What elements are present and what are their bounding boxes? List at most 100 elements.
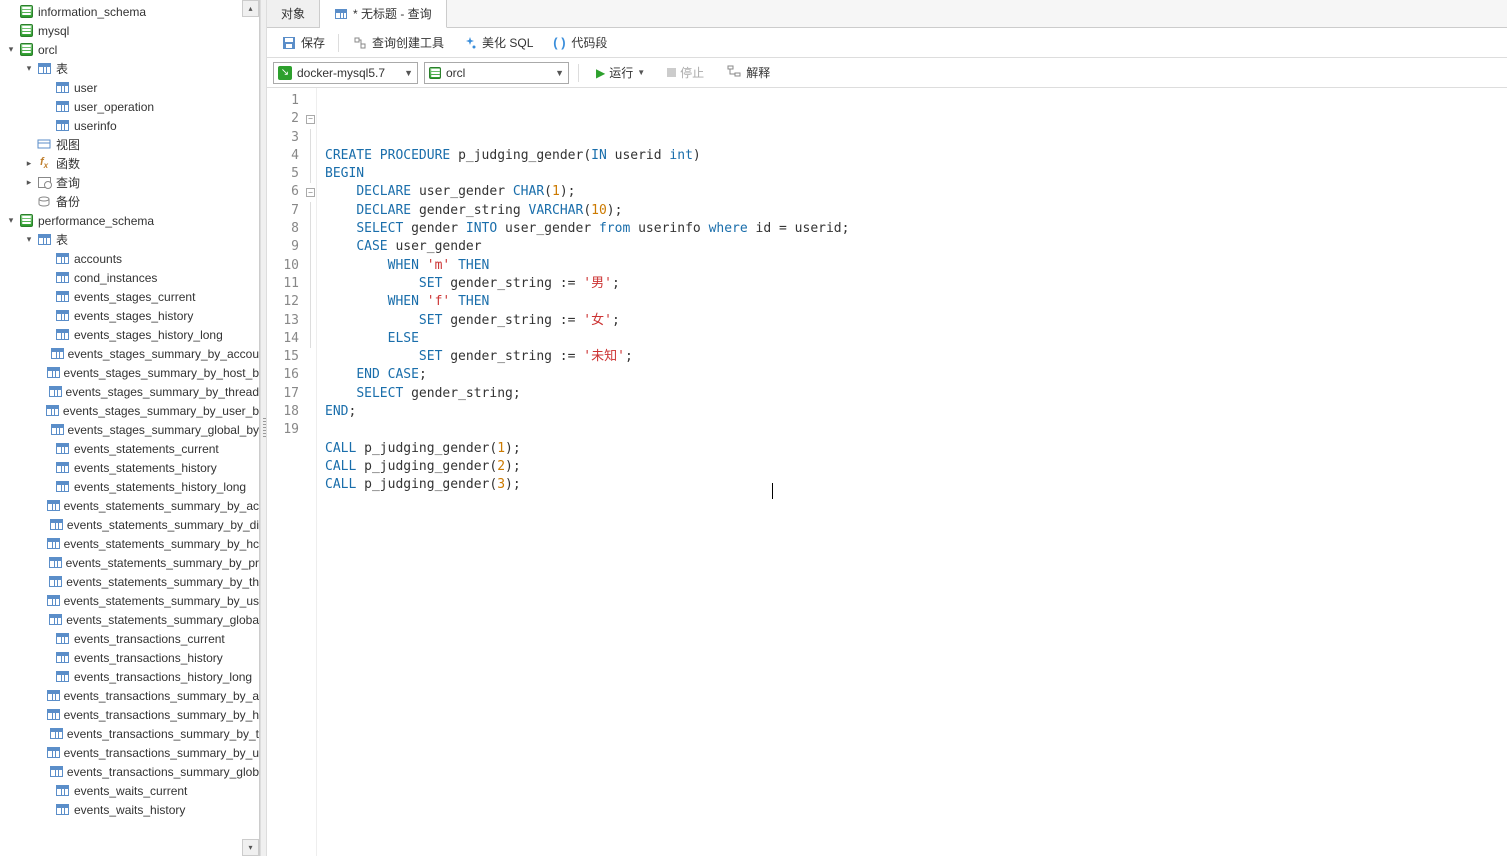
- code-content[interactable]: CREATE PROCEDURE p_judging_gender(IN use…: [317, 88, 1507, 856]
- tree-item[interactable]: events_transactions_summary_by_h: [0, 705, 259, 724]
- expand-arrow[interactable]: [24, 178, 34, 188]
- tree-label: events_stages_summary_by_user_b: [63, 404, 259, 418]
- save-button[interactable]: 保存: [273, 31, 333, 54]
- tree-item[interactable]: 备份: [0, 192, 259, 211]
- tree-item[interactable]: events_stages_summary_by_user_b: [0, 401, 259, 420]
- expand-arrow[interactable]: [24, 235, 34, 245]
- expand-arrow: [42, 83, 52, 93]
- table-icon: [54, 327, 70, 343]
- expand-arrow[interactable]: [24, 64, 34, 74]
- tree-item[interactable]: events_transactions_history: [0, 648, 259, 667]
- tree-label: events_stages_summary_by_host_b: [64, 366, 259, 380]
- tree-item[interactable]: fx函数: [0, 154, 259, 173]
- tree-item[interactable]: events_stages_history_long: [0, 325, 259, 344]
- tree-item[interactable]: userinfo: [0, 116, 259, 135]
- tree-item[interactable]: orcl: [0, 40, 259, 59]
- connection-icon: [278, 66, 292, 80]
- table-icon: [54, 270, 70, 286]
- tree-label: events_transactions_summary_by_a: [64, 689, 259, 703]
- expand-arrow: [42, 501, 45, 511]
- tree-item[interactable]: events_transactions_history_long: [0, 667, 259, 686]
- explain-button[interactable]: 解释: [718, 61, 778, 84]
- sidebar-tree: ▴ information_schemamysqlorcl表useruser_o…: [0, 0, 260, 856]
- tree-item[interactable]: 查询: [0, 173, 259, 192]
- tree-item[interactable]: 表: [0, 59, 259, 78]
- tree-item[interactable]: events_waits_history: [0, 800, 259, 819]
- tree-item[interactable]: events_stages_summary_by_thread: [0, 382, 259, 401]
- tree-item[interactable]: events_statements_summary_by_hc: [0, 534, 259, 553]
- tree-item[interactable]: events_statements_summary_by_ac: [0, 496, 259, 515]
- tree-item[interactable]: cond_instances: [0, 268, 259, 287]
- tree-item[interactable]: events_transactions_summary_by_t: [0, 724, 259, 743]
- tree-label: accounts: [74, 252, 122, 266]
- tree-item[interactable]: accounts: [0, 249, 259, 268]
- splitter[interactable]: [260, 0, 267, 856]
- tree-label: events_stages_current: [74, 290, 195, 304]
- expand-arrow: [42, 463, 52, 473]
- tree-item[interactable]: events_statements_history_long: [0, 477, 259, 496]
- connection-combo[interactable]: docker-mysql5.7 ▼: [273, 62, 418, 84]
- run-label: 运行: [609, 64, 633, 81]
- tree-item[interactable]: mysql: [0, 21, 259, 40]
- tree-item[interactable]: events_transactions_current: [0, 629, 259, 648]
- expand-arrow: [42, 520, 48, 530]
- tree-item[interactable]: performance_schema: [0, 211, 259, 230]
- tree-item[interactable]: events_transactions_summary_by_a: [0, 686, 259, 705]
- tree-label: events_stages_summary_by_accou: [68, 347, 259, 361]
- tree-item[interactable]: events_stages_summary_global_by: [0, 420, 259, 439]
- tree-item[interactable]: events_transactions_summary_glob: [0, 762, 259, 781]
- tree-item[interactable]: events_waits_current: [0, 781, 259, 800]
- tree-item[interactable]: events_statements_summary_by_th: [0, 572, 259, 591]
- table-icon: [47, 498, 60, 514]
- tree-item[interactable]: 视图: [0, 135, 259, 154]
- tree-item[interactable]: events_stages_summary_by_accou: [0, 344, 259, 363]
- snippet-button[interactable]: ( ) 代码段: [543, 31, 615, 54]
- table-icon: [47, 688, 60, 704]
- tab-label: 对象: [281, 5, 305, 22]
- scroll-down-button[interactable]: ▾: [242, 839, 259, 856]
- tree-item[interactable]: events_stages_summary_by_host_b: [0, 363, 259, 382]
- tree-item[interactable]: events_stages_current: [0, 287, 259, 306]
- tree-item[interactable]: events_statements_history: [0, 458, 259, 477]
- table-icon: [47, 593, 60, 609]
- tree-item[interactable]: events_transactions_summary_by_u: [0, 743, 259, 762]
- table-icon: [49, 555, 62, 571]
- expand-arrow: [42, 729, 48, 739]
- tree-item[interactable]: 表: [0, 230, 259, 249]
- tree-item[interactable]: events_statements_summary_by_pr: [0, 553, 259, 572]
- tab-objects[interactable]: 对象: [267, 0, 320, 27]
- tree-item[interactable]: user_operation: [0, 97, 259, 116]
- expand-arrow: [42, 425, 49, 435]
- tab-query[interactable]: * 无标题 - 查询: [320, 0, 447, 28]
- expand-arrow: [24, 140, 34, 150]
- expand-arrow: [42, 330, 52, 340]
- tree-item[interactable]: events_statements_summary_by_us: [0, 591, 259, 610]
- beautify-icon: [462, 35, 478, 51]
- tree-label: events_transactions_current: [74, 632, 225, 646]
- run-button[interactable]: ▶ 运行 ▼: [588, 62, 653, 83]
- expand-arrow[interactable]: [6, 216, 16, 226]
- tree-item[interactable]: events_statements_summary_by_di: [0, 515, 259, 534]
- tree-item[interactable]: information_schema: [0, 2, 259, 21]
- tree-item[interactable]: events_statements_current: [0, 439, 259, 458]
- tree-label: events_waits_history: [74, 803, 185, 817]
- query-builder-button[interactable]: 查询创建工具: [344, 31, 452, 54]
- expand-arrow[interactable]: [6, 45, 16, 55]
- tree-label: events_stages_summary_global_by: [68, 423, 259, 437]
- stop-label: 停止: [680, 64, 704, 81]
- tree-label: user_operation: [74, 100, 154, 114]
- tree-item[interactable]: events_statements_summary_globa: [0, 610, 259, 629]
- expand-arrow[interactable]: [24, 159, 34, 169]
- tree-item[interactable]: user: [0, 78, 259, 97]
- table-icon: [54, 308, 70, 324]
- beautify-button[interactable]: 美化 SQL: [454, 31, 541, 54]
- tree-item[interactable]: events_stages_history: [0, 306, 259, 325]
- fold-gutter[interactable]: −−: [305, 88, 317, 856]
- database-combo[interactable]: orcl ▼: [424, 62, 569, 84]
- sql-editor[interactable]: 12345678910111213141516171819 −− CREATE …: [267, 88, 1507, 856]
- expand-arrow: [42, 767, 48, 777]
- tree-label: events_transactions_summary_by_u: [64, 746, 259, 760]
- scroll-up-button[interactable]: ▴: [242, 0, 259, 17]
- tables-folder-icon: [36, 61, 52, 77]
- connection-bar: docker-mysql5.7 ▼ orcl ▼ ▶ 运行 ▼ 停止 解释: [267, 58, 1507, 88]
